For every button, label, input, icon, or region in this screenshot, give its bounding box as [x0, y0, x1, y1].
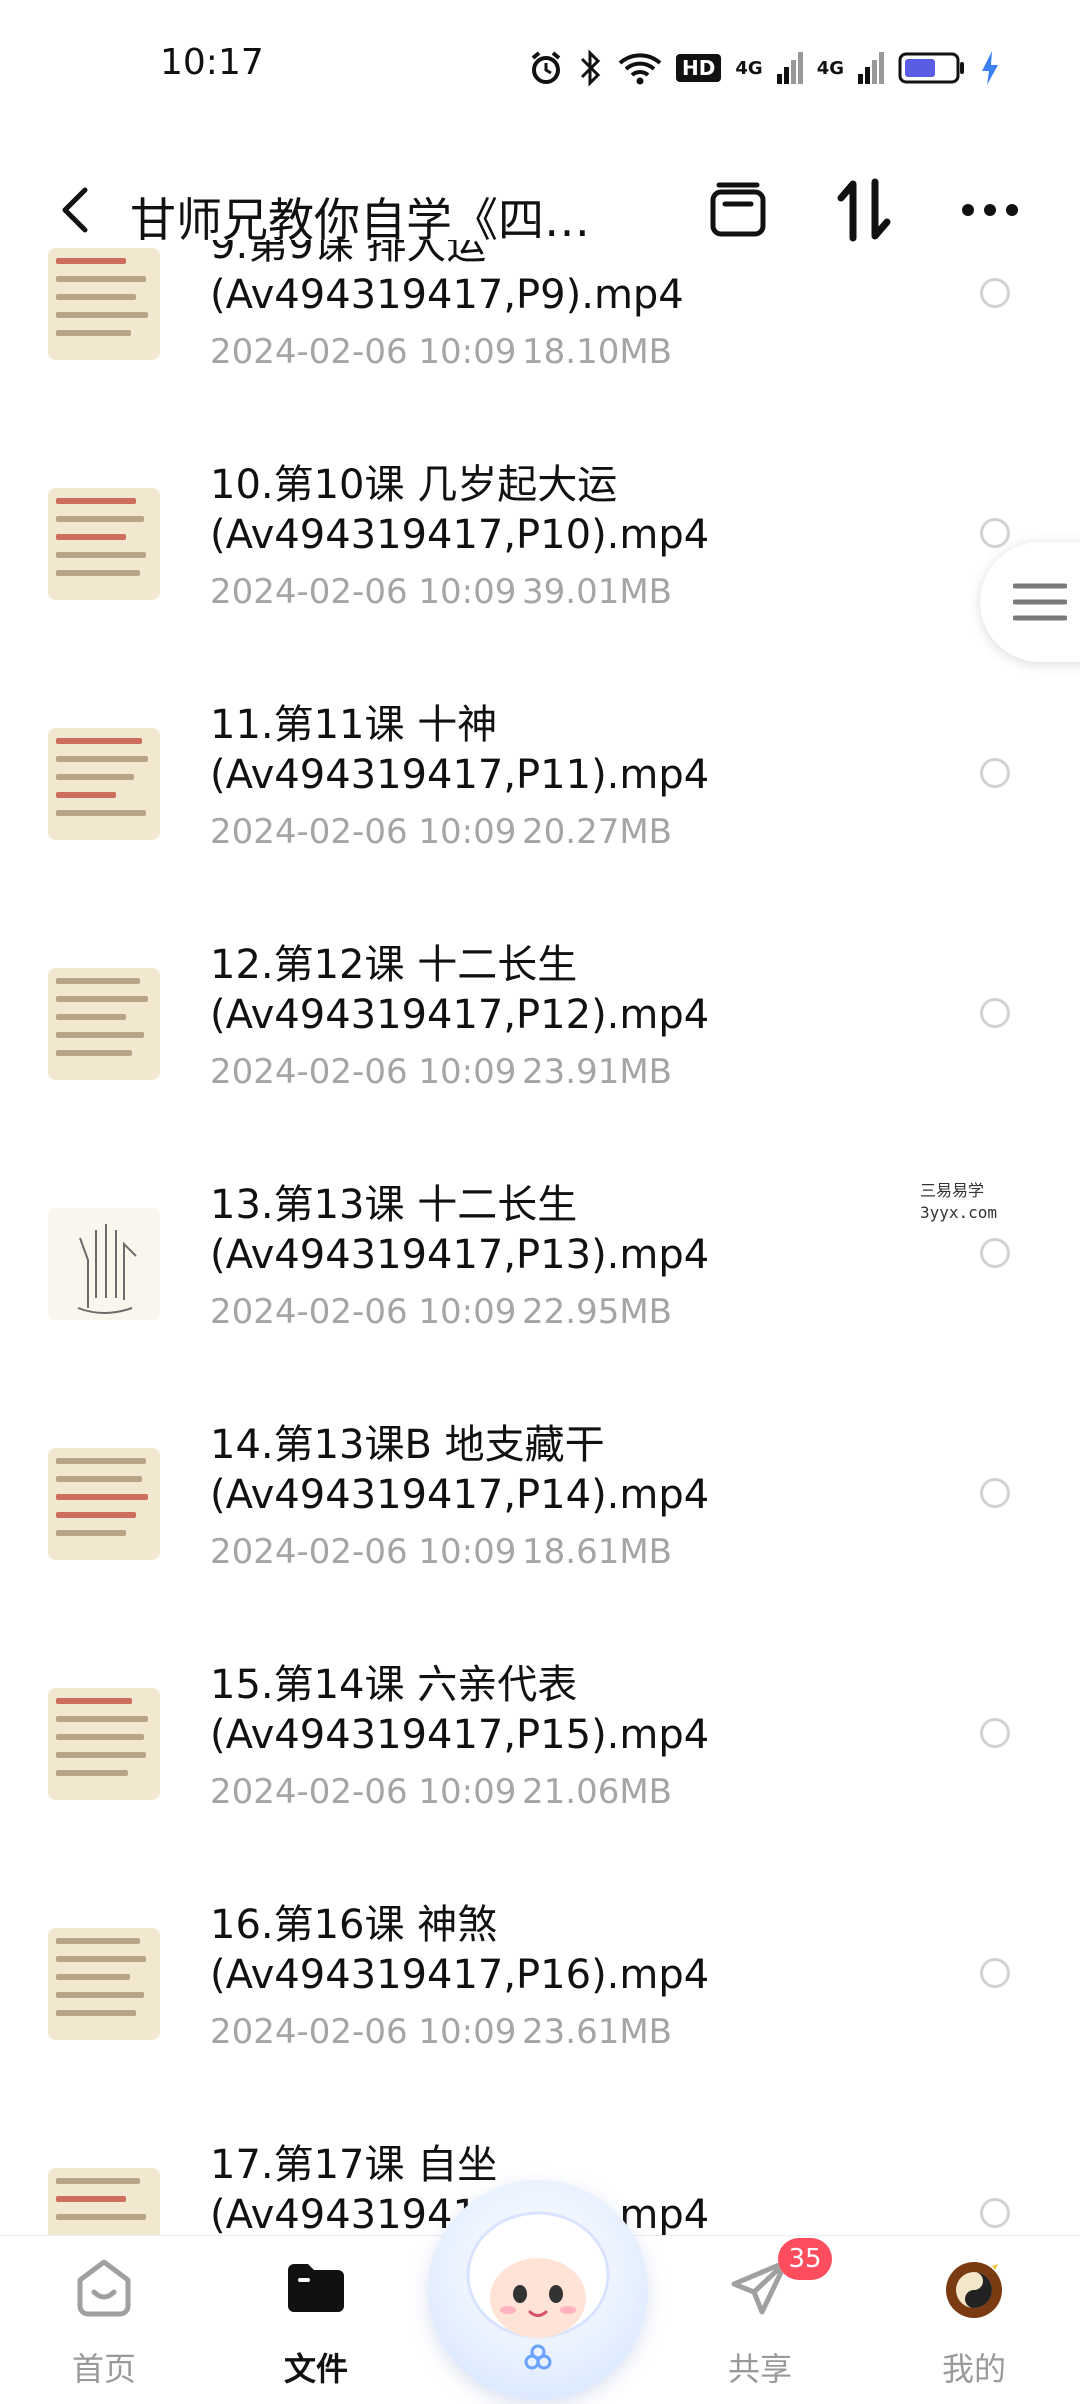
wifi-icon	[618, 53, 662, 85]
video-thumbnail	[48, 488, 160, 600]
watermark: 三易易学 3yyx.com	[920, 1180, 997, 1224]
file-name-line1: 16.第16课 神煞	[210, 1902, 498, 1948]
file-name-line2: (Av494319417,P12).mp4	[210, 992, 710, 1038]
file-size: 18.10MB	[522, 332, 672, 372]
file-date: 2024-02-06 10:09	[210, 1292, 517, 1332]
select-radio[interactable]	[980, 1958, 1010, 1988]
nav-files[interactable]: 文件	[226, 2236, 406, 2401]
assistant-avatar-icon	[466, 2211, 610, 2370]
list-item[interactable]: 9.第9课 排大运 (Av494319417,P9).mp4 2024-02-0…	[0, 240, 1080, 460]
back-button[interactable]	[44, 178, 104, 242]
file-size: 20.27MB	[522, 812, 672, 852]
battery-icon	[898, 52, 964, 84]
file-name-line2: (Av494319417,P15).mp4	[210, 1712, 710, 1758]
nav-share-label: 共享	[727, 2350, 792, 2388]
file-name-line1: 12.第12课 十二长生	[210, 942, 578, 988]
video-thumbnail	[48, 248, 160, 360]
nav-mine[interactable]: 我的	[884, 2236, 1064, 2401]
home-icon	[77, 2259, 131, 2317]
archive-button[interactable]	[698, 170, 778, 250]
archive-icon	[710, 182, 766, 237]
watermark-line2: 3yyx.com	[920, 1203, 998, 1222]
file-date: 2024-02-06 10:09	[210, 332, 517, 372]
file-size: 22.95MB	[522, 1292, 672, 1332]
list-item[interactable]: 13.第13课 十二长生 (Av494319417,P13).mp4 2024-…	[0, 1180, 1080, 1420]
sort-button[interactable]	[824, 170, 904, 250]
select-radio[interactable]	[980, 1238, 1010, 1268]
video-thumbnail	[48, 1208, 160, 1320]
status-time: 10:17	[160, 42, 264, 83]
file-size: 18.61MB	[522, 1532, 672, 1572]
list-item[interactable]: 11.第11课 十神 (Av494319417,P11).mp4 2024-02…	[0, 700, 1080, 940]
file-name-line2: (Av494319417,P16).mp4	[210, 1952, 710, 1998]
file-date: 2024-02-06 10:09	[210, 572, 517, 612]
menu-lines-icon	[1013, 583, 1067, 621]
ai-assistant-button[interactable]	[428, 2180, 648, 2400]
hd-icon: HD	[676, 54, 722, 82]
video-thumbnail	[48, 2168, 160, 2235]
video-thumbnail	[48, 728, 160, 840]
file-date: 2024-02-06 10:09	[210, 1052, 517, 1092]
list-item[interactable]: 16.第16课 神煞 (Av494319417,P16).mp4 2024-02…	[0, 1900, 1080, 2140]
file-name-line1: 15.第14课 六亲代表	[210, 1662, 578, 1708]
file-size: 23.61MB	[522, 2012, 672, 2052]
video-thumbnail	[48, 1448, 160, 1560]
select-radio[interactable]	[980, 1478, 1010, 1508]
palm-diagram-icon	[77, 1224, 137, 1314]
signal-icon-2	[858, 52, 884, 84]
file-name-line2: (Av494319417,P11).mp4	[210, 752, 710, 798]
sort-icon	[837, 178, 891, 242]
file-list: 9.第9课 排大运 (Av494319417,P9).mp4 2024-02-0…	[0, 240, 1080, 2235]
folder-icon	[288, 2264, 344, 2312]
signal-4g-label-2: 4G	[816, 57, 844, 79]
back-icon	[62, 187, 88, 233]
file-name-line2: (Av494319417,P13).mp4	[210, 1232, 710, 1278]
file-name-line2: (Av494319417,P14).mp4	[210, 1472, 710, 1518]
file-size: 21.06MB	[522, 1772, 672, 1812]
alarm-icon	[531, 51, 561, 84]
nav-home-label: 首页	[71, 2350, 136, 2388]
list-item[interactable]: 12.第12课 十二长生 (Av494319417,P12).mp4 2024-…	[0, 940, 1080, 1180]
select-radio[interactable]	[980, 2198, 1010, 2228]
signal-icon-1	[776, 52, 803, 84]
file-name-line2: (Av494319417,P10).mp4	[210, 512, 710, 558]
file-name-line1: 13.第13课 十二长生	[210, 1182, 578, 1228]
list-item[interactable]: 14.第13课B 地支藏干 (Av494319417,P14).mp4 2024…	[0, 1420, 1080, 1660]
watermark-line1: 三易易学	[920, 1181, 985, 1200]
file-date: 2024-02-06 10:09	[210, 812, 517, 852]
more-icon	[962, 204, 1018, 216]
status-icons: HD 4G 4G	[528, 46, 1000, 90]
nav-home[interactable]: 首页	[14, 2236, 194, 2401]
video-thumbnail	[48, 1688, 160, 1800]
file-date: 2024-02-06 10:09	[210, 1772, 517, 1812]
select-radio[interactable]	[980, 278, 1010, 308]
select-radio[interactable]	[980, 1718, 1010, 1748]
bluetooth-icon	[580, 49, 601, 87]
more-button[interactable]	[950, 170, 1030, 250]
select-radio[interactable]	[980, 758, 1010, 788]
video-thumbnail	[48, 1928, 160, 2040]
status-bar: 10:17 HD 4G 4G	[0, 0, 1080, 140]
file-name-line1: 10.第10课 几岁起大运	[210, 462, 618, 508]
avatar-yinyang-icon	[946, 2260, 1002, 2318]
file-name-line1: 11.第11课 十神	[210, 702, 498, 748]
file-date: 2024-02-06 10:09	[210, 1532, 517, 1572]
video-thumbnail	[48, 968, 160, 1080]
file-size: 23.91MB	[522, 1052, 672, 1092]
signal-4g-label-1: 4G	[735, 57, 763, 79]
nav-mine-label: 我的	[941, 2350, 1006, 2388]
share-badge: 35	[778, 2238, 832, 2280]
list-item[interactable]: 15.第14课 六亲代表 (Av494319417,P15).mp4 2024-…	[0, 1660, 1080, 1900]
select-radio[interactable]	[980, 998, 1010, 1028]
file-date: 2024-02-06 10:09	[210, 2012, 517, 2052]
file-name-line1: 14.第13课B 地支藏干	[210, 1422, 605, 1468]
charging-icon	[982, 51, 998, 85]
file-name-line2: (Av494319417,P9).mp4	[210, 272, 684, 318]
list-item[interactable]: 10.第10课 几岁起大运 (Av494319417,P10).mp4 2024…	[0, 460, 1080, 700]
nav-files-label: 文件	[283, 2350, 348, 2388]
file-name-line1: 9.第9课 排大运	[210, 240, 487, 268]
file-size: 39.01MB	[522, 572, 672, 612]
select-radio[interactable]	[980, 518, 1010, 548]
